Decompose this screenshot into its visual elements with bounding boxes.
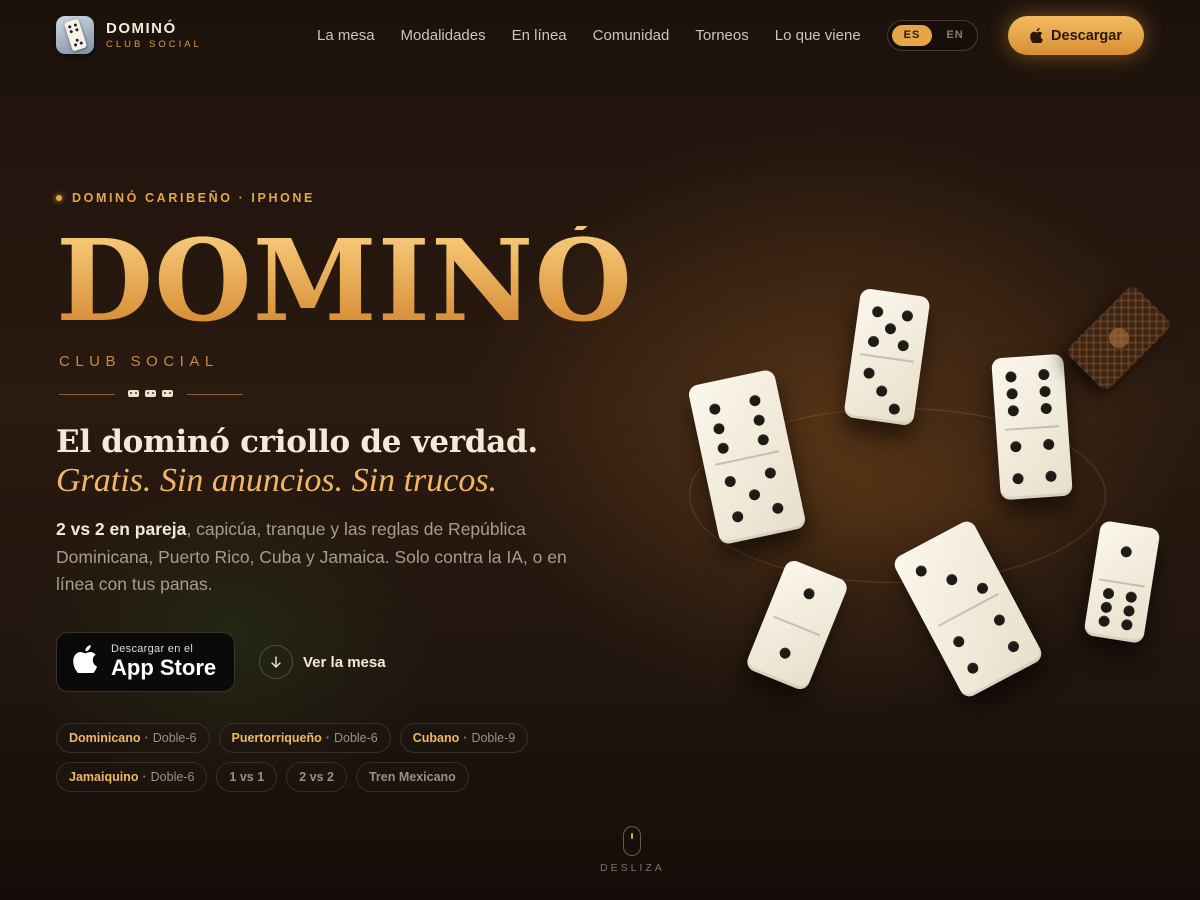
domino-tile-5-3 bbox=[843, 287, 931, 427]
domino-back-tile bbox=[1064, 283, 1174, 393]
ornament-divider bbox=[59, 389, 243, 399]
chip-puertorriqueno[interactable]: Puertorriqueño · Doble-6 bbox=[218, 723, 391, 753]
domino-icon bbox=[56, 16, 94, 54]
download-button-label: Descargar bbox=[1051, 27, 1122, 44]
chip-tren-mexicano[interactable]: Tren Mexicano bbox=[355, 762, 469, 792]
nav-link-lo-que-viene[interactable]: Lo que viene bbox=[775, 27, 861, 44]
apple-icon bbox=[1030, 28, 1044, 43]
eyebrow-text: DOMINÓ CARIBEÑO · IPHONE bbox=[72, 191, 315, 205]
chip-dominicano[interactable]: Dominicano · Doble-6 bbox=[56, 723, 210, 753]
apple-icon bbox=[73, 644, 103, 680]
ver-la-mesa-label: Ver la mesa bbox=[303, 653, 386, 671]
chip-name: Dominicano bbox=[69, 731, 141, 745]
app-store-small-label: Descargar en el bbox=[111, 643, 194, 655]
brand-subtitle: CLUB SOCIAL bbox=[106, 39, 202, 50]
nav-link-modalidades[interactable]: Modalidades bbox=[401, 27, 486, 44]
domino-tile-6-4 bbox=[991, 353, 1073, 501]
chip-name: Cubano bbox=[412, 731, 460, 745]
eyebrow-dot bbox=[56, 195, 62, 201]
variant-chips: Dominicano · Doble-6 Puertorriqueño · Doble-… bbox=[56, 723, 616, 801]
eyebrow: DOMINÓ CARIBEÑO · IPHONE bbox=[56, 191, 315, 205]
chip-2vs2[interactable]: 2 vs 2 bbox=[286, 762, 347, 792]
nav-link-comunidad[interactable]: Comunidad bbox=[593, 27, 670, 44]
chip-name: Jamaiquino bbox=[69, 770, 139, 784]
headline: El dominó criollo de verdad. bbox=[56, 424, 538, 460]
tagline: Gratis. Sin anuncios. Sin trucos. bbox=[56, 462, 498, 499]
ver-la-mesa-link[interactable]: Ver la mesa bbox=[259, 645, 386, 679]
scroll-label: DESLIZA bbox=[600, 862, 665, 874]
app-store-big-label: App Store bbox=[111, 655, 217, 680]
download-button[interactable]: Descargar bbox=[1008, 16, 1144, 55]
brand-logo[interactable]: DOMINÓ CLUB SOCIAL bbox=[56, 16, 202, 54]
nav-link-la-mesa[interactable]: La mesa bbox=[317, 27, 375, 44]
brand-name: DOMINÓ bbox=[106, 20, 177, 37]
hero-title: DOMINÓ bbox=[56, 216, 633, 347]
arrow-down-icon bbox=[259, 645, 293, 679]
chip-detail: Doble-6 bbox=[150, 770, 195, 784]
nav-link-en-linea[interactable]: En línea bbox=[512, 27, 567, 44]
chip-detail: Doble-6 bbox=[333, 731, 378, 745]
nav-link-torneos[interactable]: Torneos bbox=[695, 27, 748, 44]
chip-detail: Doble-9 bbox=[471, 731, 516, 745]
description-bold: 2 vs 2 en pareja bbox=[56, 519, 187, 539]
chip-detail: Doble-6 bbox=[152, 731, 197, 745]
lang-es-button[interactable]: ES bbox=[892, 25, 932, 46]
domino-tile-1-1 bbox=[744, 557, 850, 693]
chip-1vs1[interactable]: 1 vs 1 bbox=[216, 762, 278, 792]
chip-cubano[interactable]: Cubano · Doble-9 bbox=[399, 723, 529, 753]
hero-subtitle: CLUB SOCIAL bbox=[59, 353, 219, 370]
app-store-button[interactable]: Descargar en el App Store bbox=[56, 632, 235, 692]
nav-links: La mesa Modalidades En línea Comunidad T… bbox=[317, 27, 887, 44]
language-toggle: ES EN bbox=[887, 20, 978, 51]
chip-name: Puertorriqueño bbox=[231, 731, 322, 745]
chip-jamaiquino[interactable]: Jamaiquino · Doble-6 bbox=[56, 762, 208, 792]
lang-en-button[interactable]: EN bbox=[936, 25, 974, 46]
description: 2 vs 2 en pareja, capicúa, tranque y las… bbox=[56, 516, 596, 599]
mouse-icon bbox=[623, 826, 641, 856]
top-nav: DOMINÓ CLUB SOCIAL La mesa Modalidades E… bbox=[0, 0, 1200, 72]
domino-tile-1-6 bbox=[1083, 520, 1161, 644]
